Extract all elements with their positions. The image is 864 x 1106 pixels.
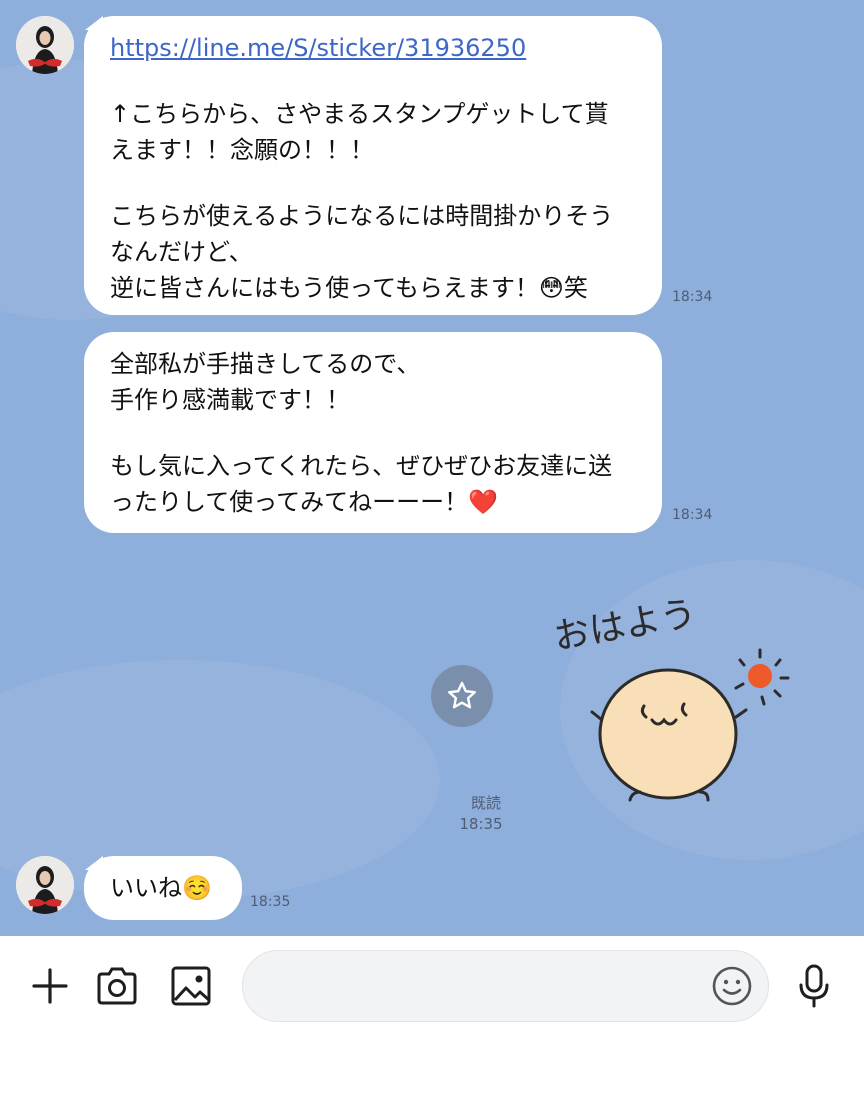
message-bubble[interactable]: 全部私が手描きしてるので、 手作り感満載です！！ もし気に入ってくれたら、ぜひぜ… [84,332,662,533]
chat-area: https://line.me/S/sticker/31936250 ↑こちらか… [0,0,864,936]
message-time: 18:34 [672,289,713,305]
message-text: いいね☺️ [110,874,212,902]
message-bubble[interactable]: いいね☺️ [84,856,242,920]
emoji-icon [712,966,752,1006]
avatar-image [16,856,74,914]
message-bubble[interactable]: https://line.me/S/sticker/31936250 ↑こちらか… [84,16,662,315]
add-button[interactable] [26,962,74,1010]
favorite-sticker-button[interactable] [431,665,493,727]
message-text: えます！！念願の！！！ [110,136,374,164]
star-icon [448,681,476,709]
message-text: 手作り感満載です！！ [110,386,350,414]
message-composer [0,936,864,1106]
message-text: なんだけど、 [110,238,253,266]
emoji-button[interactable] [709,963,755,1009]
image-icon [171,966,211,1006]
sticker-link[interactable]: https://line.me/S/sticker/31936250 [110,34,526,62]
message-input-box[interactable] [242,950,769,1023]
message-text: ったりして使ってみてねーーー！❤️ [110,488,498,516]
avatar[interactable] [16,16,74,74]
message-input[interactable] [267,951,711,1023]
read-status: 既読 [470,794,501,812]
plus-icon [32,968,68,1004]
message-text: 逆に皆さんにはもう使ってもらえます！😳笑 [110,274,588,302]
avatar-image [16,16,74,74]
avatar[interactable] [16,856,74,914]
sticker[interactable]: おはよう [540,580,804,812]
sticker-image: おはよう [551,593,790,802]
photo-button[interactable] [166,962,216,1010]
sun-icon [748,664,772,688]
message-text: もし気に入ってくれたら、ぜひぜひお友達に送 [110,452,613,480]
microphone-icon [799,964,829,1008]
sticker-text: おはよう [551,593,700,658]
camera-icon [97,967,137,1005]
camera-button[interactable] [92,962,142,1010]
message-text: こちらが使えるようになるには時間掛かりそう [110,202,614,230]
message-text: ↑こちらから、さやまるスタンプゲットして貰 [110,100,609,128]
message-time: 18:34 [672,507,713,523]
voice-button[interactable] [790,962,838,1010]
message-text: 全部私が手描きしてるので、 [110,350,421,378]
message-time: 18:35 [250,894,291,910]
sticker-time: 18:35 [459,815,503,833]
